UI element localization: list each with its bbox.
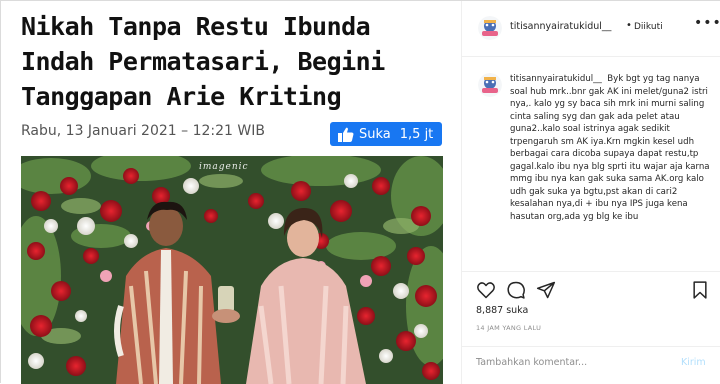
post-username[interactable]: titisannyairatukidul__ [510,21,611,32]
comment-input[interactable]: Tambahkan komentar... [476,357,587,368]
photo-watermark: imagenic [199,162,249,172]
article-headline: Nikah Tanpa Restu Ibunda Indah Permatasa… [21,12,385,111]
avatar-image [478,73,502,97]
avatar-image [478,16,502,40]
post-timestamp: 14 JAM YANG LALU [476,324,542,332]
avatar[interactable] [478,16,502,40]
comment-bar: Tambahkan komentar... Kirim [462,346,720,383]
comment-text: Byk bgt yg tag nanya soal hub mrk..bnr g… [510,74,710,222]
like-count: 1,5 jt [399,126,434,142]
thumbs-up-icon [338,127,354,142]
heart-icon[interactable] [476,280,496,300]
wedding-photo: imagenic [21,156,443,384]
more-horizontal-icon[interactable]: ••• [694,15,720,31]
like-count-text[interactable]: 8,887 suka [476,305,528,316]
comment-username[interactable]: titisannyairatukidul__ [510,74,602,84]
post-actions: 8,887 suka 14 JAM YANG LALU Tambahkan ko… [462,271,720,382]
header-separator: • [626,20,632,31]
share-icon[interactable] [536,280,556,300]
comment-body: titisannyairatukidul__ Byk bgt yg tag na… [510,73,710,223]
wedding-photo-illustration [21,156,443,384]
instagram-post-frame: Nikah Tanpa Restu Ibunda Indah Permatasa… [0,0,720,384]
avatar[interactable] [478,73,502,97]
comment-icon[interactable] [506,280,526,300]
article-date: Rabu, 13 Januari 2021 – 12:21 WIB [21,123,265,139]
caption-comment: titisannyairatukidul__ Byk bgt yg tag na… [462,57,720,269]
article-image: Nikah Tanpa Restu Ibunda Indah Permatasa… [1,1,461,384]
like-label: Suka [359,126,391,142]
bookmark-icon[interactable] [690,280,710,300]
post-header: titisannyairatukidul__ • Diikuti ••• [462,1,720,57]
facebook-like-button: Suka 1,5 jt [330,122,442,146]
post-side-panel: titisannyairatukidul__ • Diikuti ••• tit… [461,1,720,384]
post-comment-button[interactable]: Kirim [681,357,706,368]
following-button[interactable]: Diikuti [634,22,663,32]
